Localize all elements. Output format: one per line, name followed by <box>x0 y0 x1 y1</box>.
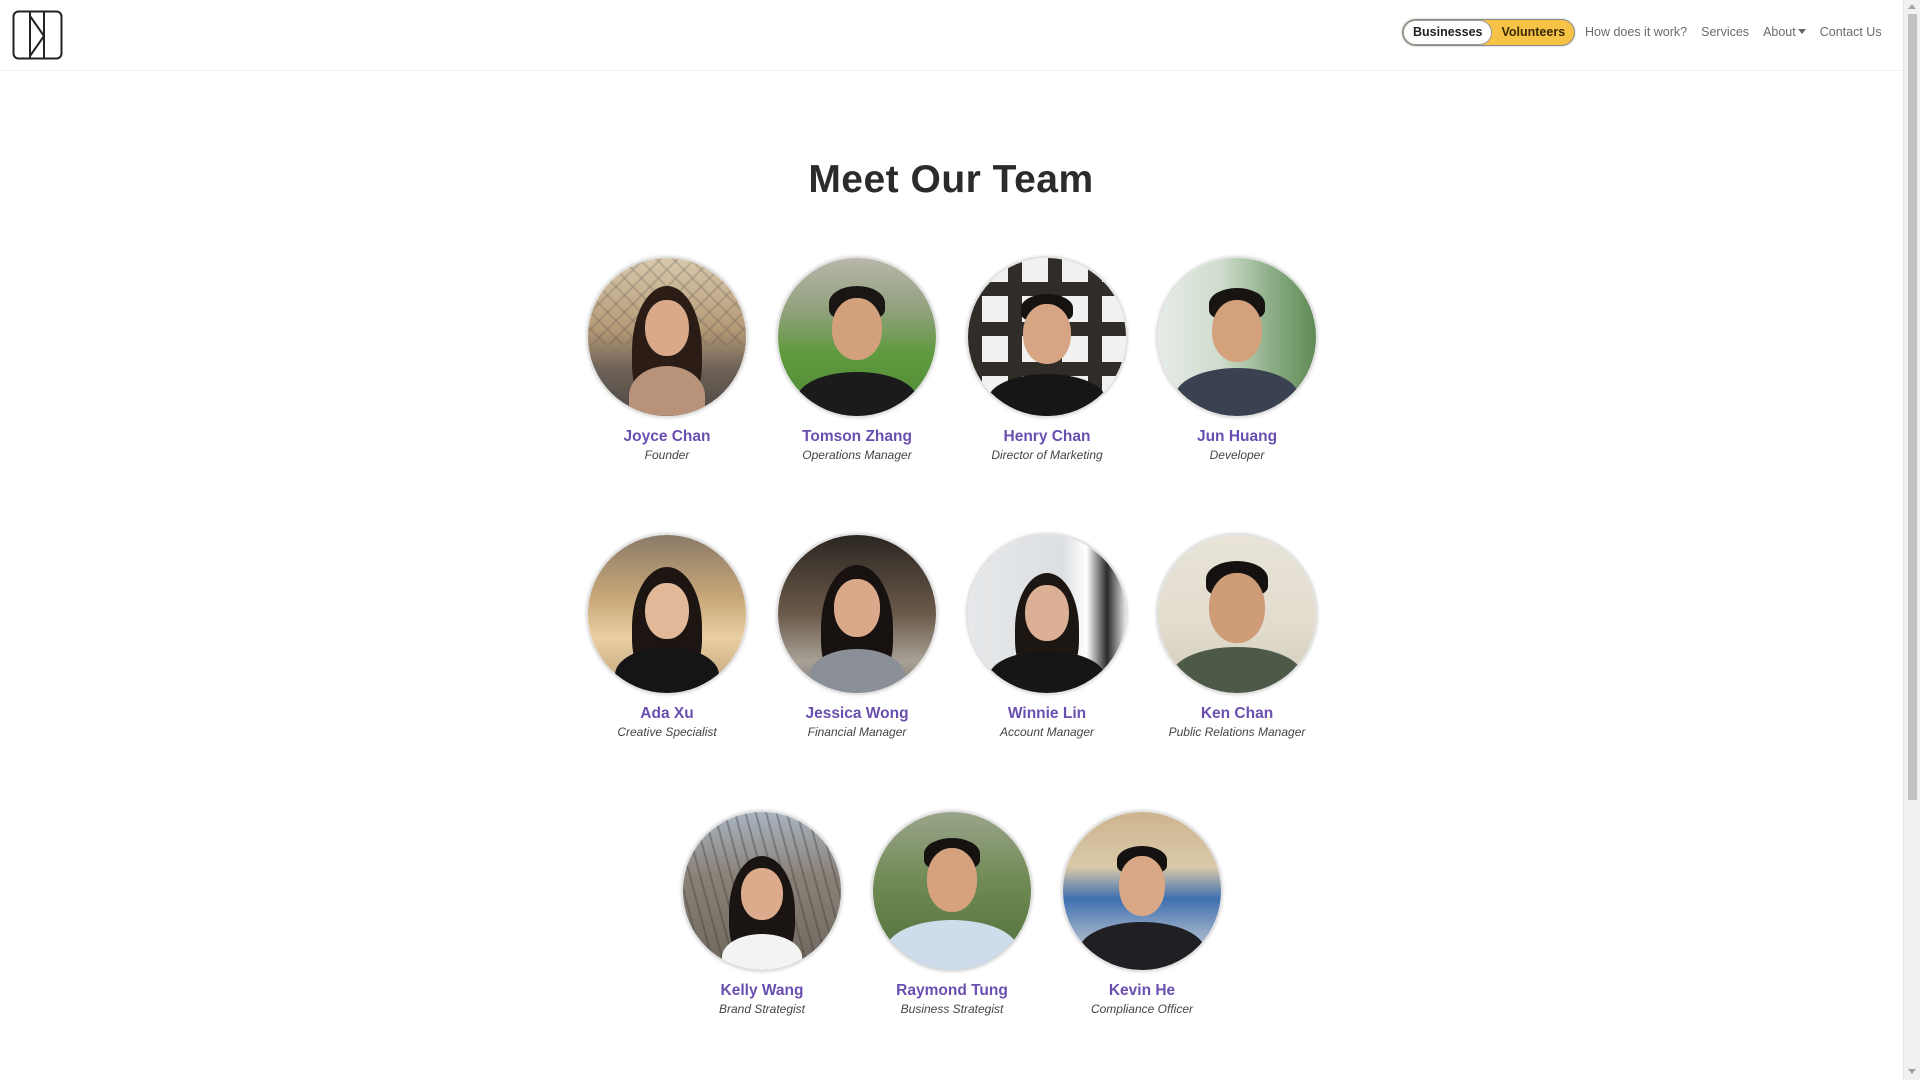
nav-links: How does it work? Services About Contact… <box>1585 25 1896 39</box>
page: Businesses Volunteers How does it work? … <box>0 0 1920 1080</box>
member-role: Compliance Officer <box>1090 1002 1194 1016</box>
member-name[interactable]: Joyce Chan <box>572 428 762 446</box>
member-name[interactable]: Tomson Zhang <box>762 428 952 446</box>
member-name[interactable]: Winnie Lin <box>952 705 1142 723</box>
nav-link-about[interactable]: About <box>1763 25 1806 39</box>
member-name[interactable]: Kevin He <box>1047 982 1237 1000</box>
member-name[interactable]: Ada Xu <box>572 705 762 723</box>
member-role: Financial Manager <box>807 725 907 739</box>
nav-link-services[interactable]: Services <box>1701 25 1749 39</box>
audience-toggle: Businesses Volunteers <box>1402 19 1576 46</box>
team-member-card: Henry Chan Director of Marketing <box>952 256 1142 463</box>
avatar <box>776 533 938 695</box>
caret-down-icon <box>1797 29 1806 35</box>
team-member-card: Raymond Tung Business Strategist <box>857 810 1047 1017</box>
team-member-card: Jessica Wong Financial Manager <box>762 533 952 740</box>
avatar <box>966 533 1128 695</box>
avatar <box>1061 810 1223 972</box>
team-member-card: Ken Chan Public Relations Manager <box>1142 533 1332 740</box>
member-role: Creative Specialist <box>617 725 717 739</box>
member-role: Business Strategist <box>900 1002 1004 1016</box>
team-member-card: Tomson Zhang Operations Manager <box>762 256 952 463</box>
scroll-up-icon[interactable] <box>1908 4 1916 9</box>
team-member-card: Ada Xu Creative Specialist <box>572 533 762 740</box>
member-role: Public Relations Manager <box>1168 725 1306 739</box>
avatar <box>871 810 1033 972</box>
avatar <box>586 256 748 418</box>
avatar <box>1156 256 1318 418</box>
member-name[interactable]: Jessica Wong <box>762 705 952 723</box>
nav-link-about-label: About <box>1763 25 1796 39</box>
member-name[interactable]: Henry Chan <box>952 428 1142 446</box>
member-role: Account Manager <box>999 725 1095 739</box>
member-name[interactable]: Kelly Wang <box>667 982 857 1000</box>
team-member-card: Winnie Lin Account Manager <box>952 533 1142 740</box>
nav-link-how-it-works[interactable]: How does it work? <box>1585 25 1687 39</box>
logo-icon[interactable] <box>12 10 63 60</box>
member-name[interactable]: Jun Huang <box>1142 428 1332 446</box>
businesses-toggle-button[interactable]: Businesses <box>1403 20 1493 45</box>
team-member-card: Jun Huang Developer <box>1142 256 1332 463</box>
member-role: Founder <box>644 448 690 462</box>
member-name[interactable]: Raymond Tung <box>857 982 1047 1000</box>
member-role: Operations Manager <box>802 448 912 462</box>
navbar: Businesses Volunteers How does it work? … <box>0 0 1902 71</box>
team-member-card: Joyce Chan Founder <box>572 256 762 463</box>
scrollbar-thumb[interactable] <box>1908 14 1917 800</box>
member-role: Brand Strategist <box>718 1002 806 1016</box>
team-member-card: Kelly Wang Brand Strategist <box>667 810 857 1017</box>
volunteers-toggle-button[interactable]: Volunteers <box>1492 20 1574 45</box>
page-title: Meet Our Team <box>808 158 1094 201</box>
nav-link-contact[interactable]: Contact Us <box>1820 25 1882 39</box>
vertical-scrollbar[interactable] <box>1903 0 1920 1080</box>
avatar <box>966 256 1128 418</box>
avatar <box>586 533 748 695</box>
team-member-card: Kevin He Compliance Officer <box>1047 810 1237 1017</box>
member-role: Director of Marketing <box>991 448 1103 462</box>
member-role: Developer <box>1209 448 1265 462</box>
avatar <box>681 810 843 972</box>
avatar <box>776 256 938 418</box>
scroll-down-icon[interactable] <box>1908 1069 1916 1074</box>
avatar <box>1156 533 1318 695</box>
member-name[interactable]: Ken Chan <box>1142 705 1332 723</box>
